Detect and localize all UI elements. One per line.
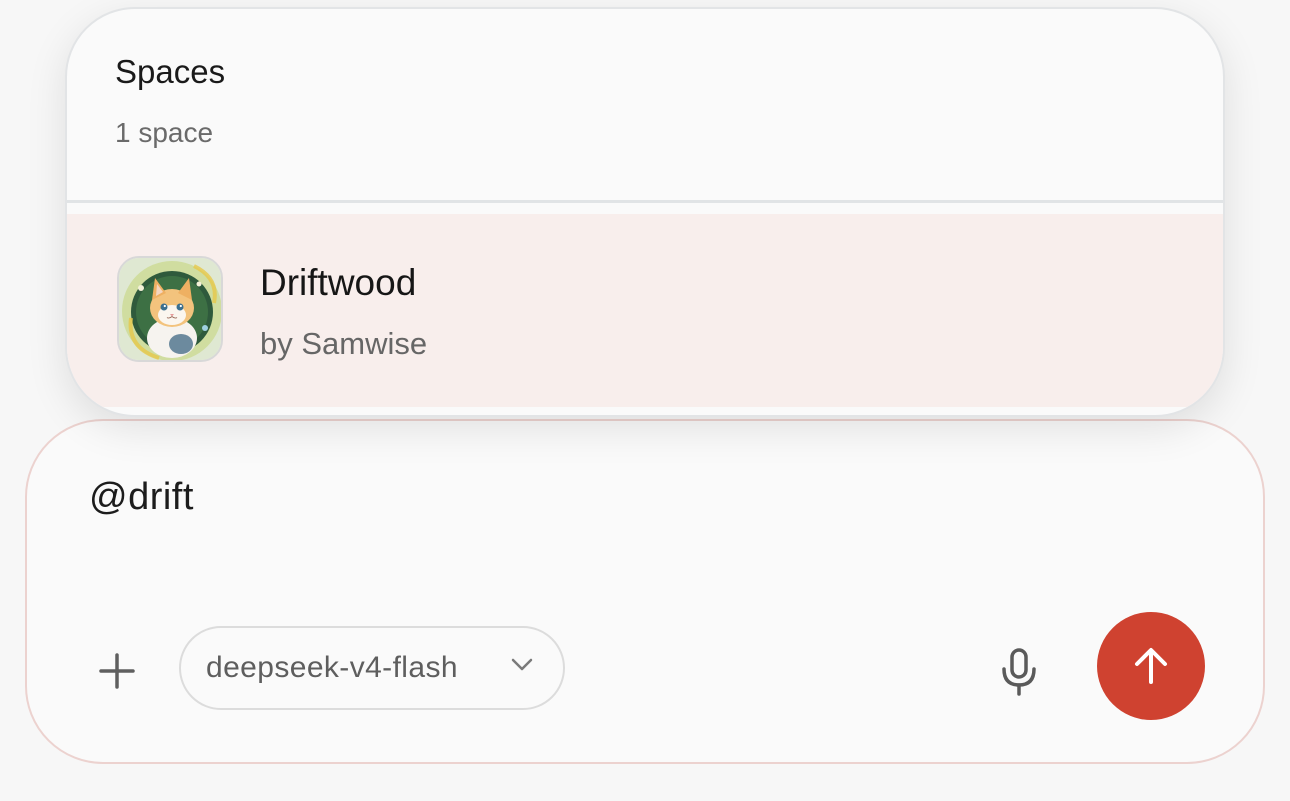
chevron-down-icon [511,658,533,671]
plus-icon [99,653,135,689]
space-count: 1 space [115,117,214,148]
avatar [117,256,223,362]
chat-stage: @drift deepseek-v4-flash Spaces 1 space … [0,0,1290,801]
model-selector-label: deepseek-v4-flash [206,651,458,684]
spaces-popup: Spaces 1 space Driftwood by Samwise [65,7,1225,417]
microphone-button[interactable] [995,645,1043,699]
send-button[interactable] [1097,612,1205,720]
add-attachment-button[interactable] [93,647,141,695]
message-input[interactable]: @drift [89,476,194,519]
space-owner: by Samwise [260,326,428,361]
model-selector[interactable]: deepseek-v4-flash [179,626,565,710]
space-item-driftwood[interactable]: Driftwood by Samwise [67,214,1223,407]
popup-title: Spaces [115,53,226,90]
kitten-avatar-icon [119,258,221,360]
message-composer: @drift deepseek-v4-flash [25,419,1265,764]
divider [67,200,1223,203]
microphone-icon [1002,648,1036,696]
space-name: Driftwood [260,262,417,303]
arrow-up-icon [1135,648,1167,684]
